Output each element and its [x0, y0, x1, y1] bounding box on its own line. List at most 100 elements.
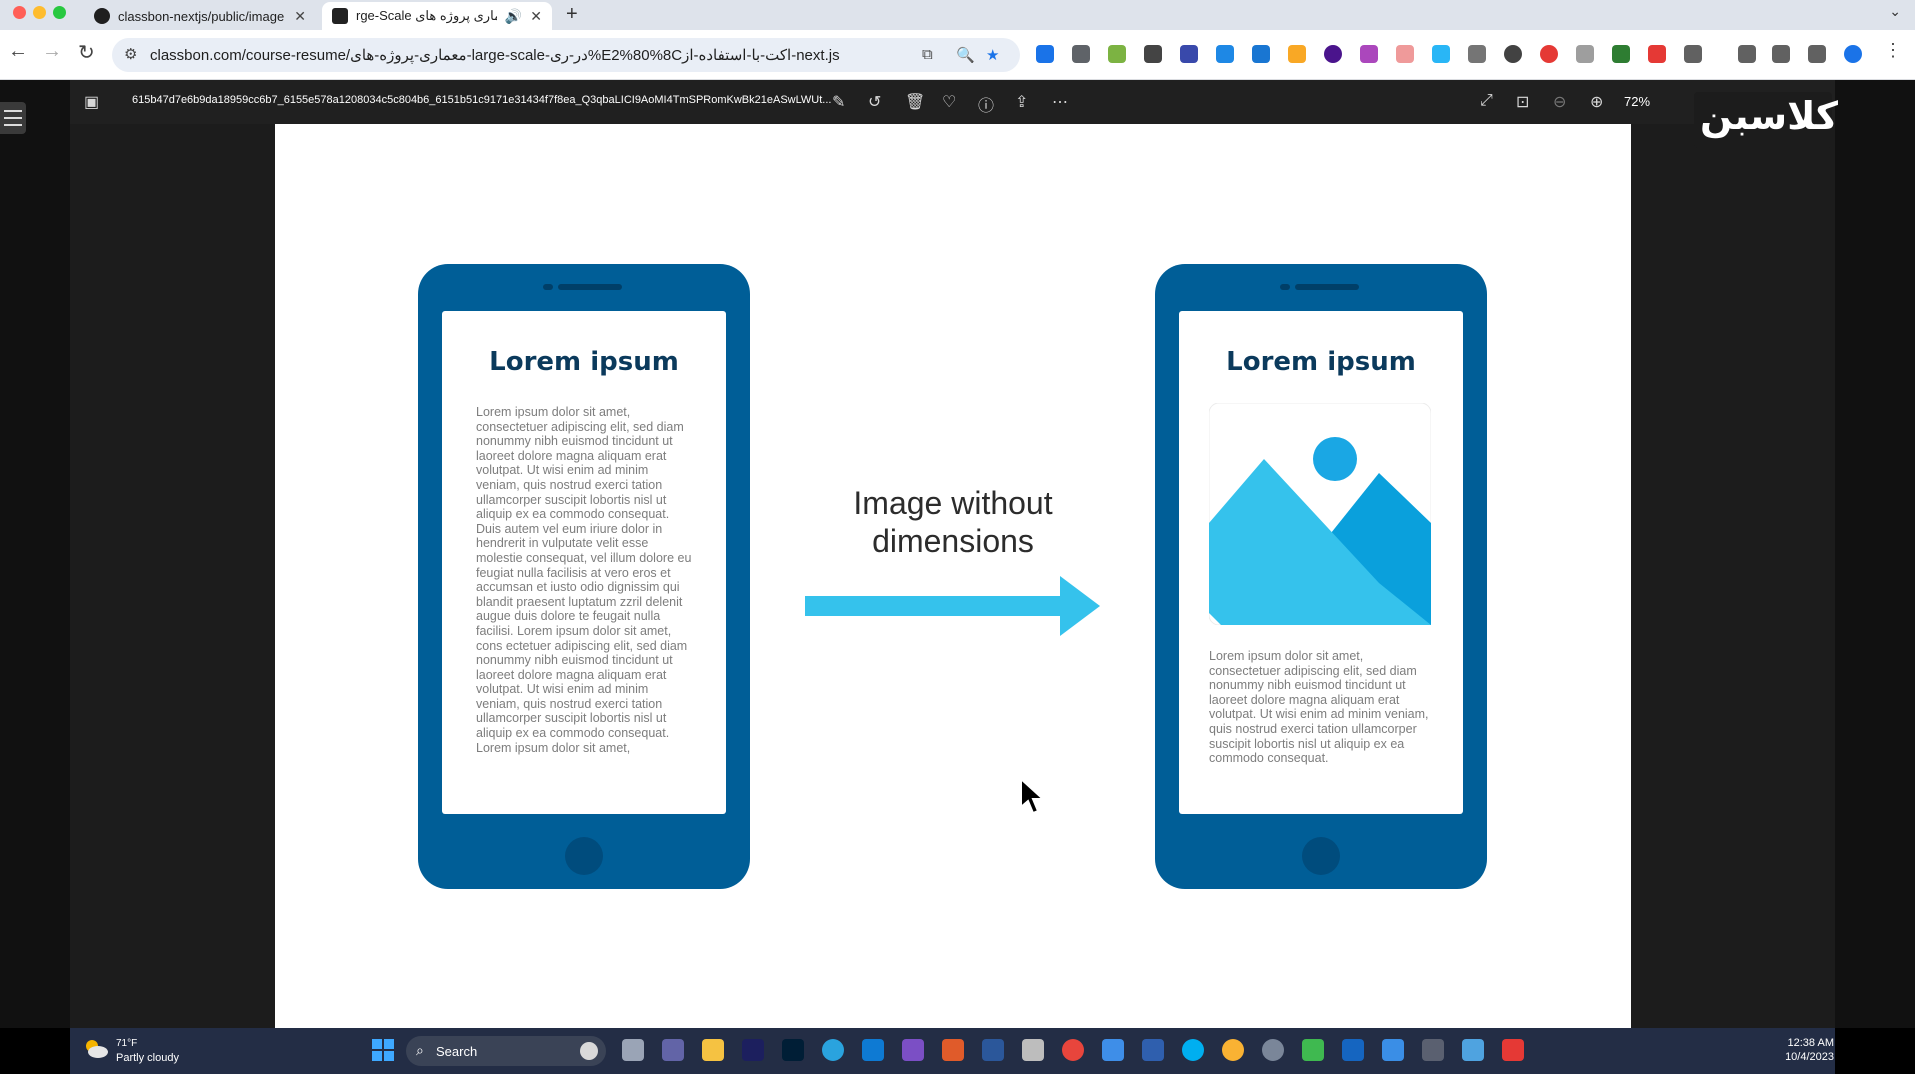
- file-explorer-icon[interactable]: [622, 1039, 644, 1061]
- github-icon: [94, 8, 110, 24]
- forward-button[interactable]: →: [42, 40, 62, 63]
- onenote-icon[interactable]: [942, 1039, 964, 1061]
- new-tab-button[interactable]: +: [566, 3, 578, 26]
- address-text[interactable]: classbon.com/course-resume/معماری-پروژه-…: [150, 46, 840, 64]
- clock-date[interactable]: 10/4/2023: [1764, 1051, 1834, 1063]
- phone-title: Lorem ipsum: [489, 347, 679, 377]
- zoom-icon[interactable]: 🔍: [956, 46, 975, 64]
- adblock-icon[interactable]: [1540, 45, 1558, 63]
- extension-icon[interactable]: [1180, 45, 1198, 63]
- chrome-canary-icon[interactable]: [1222, 1039, 1244, 1061]
- taskbar-search[interactable]: ⌕ Search: [406, 1036, 606, 1066]
- tab-search-chevron-icon[interactable]: ⌄: [1889, 3, 1901, 20]
- shield-icon[interactable]: [1612, 45, 1630, 63]
- extension-icon[interactable]: [1468, 45, 1486, 63]
- clock-time[interactable]: 12:38 AM: [1764, 1037, 1834, 1049]
- reload-button[interactable]: ↻: [78, 40, 95, 65]
- extension-icon[interactable]: [1576, 45, 1594, 63]
- minimize-window-button[interactable]: [33, 6, 46, 19]
- close-icon[interactable]: ✕: [294, 8, 306, 25]
- teams-icon[interactable]: [662, 1039, 684, 1061]
- extension-icon[interactable]: [1432, 45, 1450, 63]
- tab-github[interactable]: classbon-nextjs/public/image ✕: [84, 2, 316, 30]
- photos-icon[interactable]: [1382, 1039, 1404, 1061]
- close-window-button[interactable]: [13, 6, 26, 19]
- camtasia-recorder-icon[interactable]: [1502, 1039, 1524, 1061]
- profile-avatar-icon[interactable]: [1844, 45, 1862, 63]
- chrome-icon[interactable]: [1062, 1039, 1084, 1061]
- word-icon[interactable]: [982, 1039, 1004, 1061]
- extension-icon[interactable]: [1144, 45, 1162, 63]
- extension-icon[interactable]: [1396, 45, 1414, 63]
- mouse-cursor-icon: [1020, 777, 1045, 815]
- media-control-icon[interactable]: [1738, 45, 1756, 63]
- extension-icon[interactable]: [1108, 45, 1126, 63]
- side-panel-icon[interactable]: [1808, 45, 1826, 63]
- rotate-icon[interactable]: ↺: [868, 92, 881, 112]
- phone-left: Lorem ipsum Lorem ipsum dolor sit amet, …: [418, 264, 750, 889]
- skype-icon[interactable]: [1182, 1039, 1204, 1061]
- favorite-icon[interactable]: ♡: [942, 92, 956, 112]
- photoshop-icon[interactable]: [782, 1039, 804, 1061]
- translate-icon[interactable]: ⧉: [922, 46, 933, 63]
- notepad-icon[interactable]: [1462, 1039, 1484, 1061]
- hamburger-menu-button[interactable]: [0, 102, 26, 134]
- viewer-toolbar: ▣ 615b47d7e6b9da18959cc6b7_6155e578a1208…: [70, 80, 1835, 124]
- tab-classbon[interactable]: rge-Scale معماری پروژه های 🔊 ✕: [322, 2, 552, 30]
- extension-icon[interactable]: [1072, 45, 1090, 63]
- fit-to-window-icon[interactable]: ⊡: [1516, 92, 1529, 112]
- close-icon[interactable]: ✕: [530, 8, 542, 25]
- delete-icon[interactable]: 🗑: [905, 92, 925, 112]
- classbon-logo: کلاسبن: [1694, 92, 1838, 148]
- speaker-icon[interactable]: 🔊: [505, 8, 522, 25]
- slide-image: Lorem ipsum Lorem ipsum dolor sit amet, …: [275, 124, 1631, 1028]
- remote-desktop-icon[interactable]: [1342, 1039, 1364, 1061]
- database-icon[interactable]: [1022, 1039, 1044, 1061]
- image-sun: [1313, 437, 1357, 481]
- start-button[interactable]: [372, 1039, 394, 1061]
- zoom-in-icon[interactable]: ⊕: [1590, 92, 1603, 112]
- more-options-icon[interactable]: ⋯: [1052, 92, 1068, 112]
- edit-icon[interactable]: ✎: [832, 92, 845, 112]
- folder-icon[interactable]: [702, 1039, 724, 1061]
- share-icon[interactable]: ⇪: [1015, 92, 1028, 112]
- weather-temperature[interactable]: 71°F: [116, 1038, 137, 1049]
- settings-icon[interactable]: [1262, 1039, 1284, 1061]
- start-tile: [372, 1051, 382, 1061]
- maximize-window-button[interactable]: [53, 6, 66, 19]
- extension-icon[interactable]: [1324, 45, 1342, 63]
- audition-icon[interactable]: [742, 1039, 764, 1061]
- kebab-menu-icon[interactable]: ⋮: [1884, 40, 1902, 61]
- gallery-icon[interactable]: ▣: [84, 92, 99, 112]
- tab-title: rge-Scale معماری پروژه های: [356, 8, 497, 23]
- bookmark-star-icon[interactable]: ★: [986, 46, 999, 64]
- partly-cloudy-icon[interactable]: [84, 1038, 108, 1058]
- extension-icon[interactable]: [1216, 45, 1234, 63]
- fullscreen-icon[interactable]: ⤢: [1480, 92, 1493, 110]
- extension-icon[interactable]: [1288, 45, 1306, 63]
- info-icon[interactable]: ⓘ: [978, 92, 994, 116]
- camtasia-icon[interactable]: [1302, 1039, 1324, 1061]
- terminal-icon[interactable]: [1422, 1039, 1444, 1061]
- tool-icon[interactable]: [1102, 1039, 1124, 1061]
- download-icon[interactable]: [1772, 45, 1790, 63]
- telegram-icon[interactable]: [822, 1039, 844, 1061]
- site-info-icon[interactable]: ⚙: [124, 45, 137, 63]
- extension-icon[interactable]: [1252, 45, 1270, 63]
- phone-camera: [1280, 284, 1290, 290]
- extension-icon[interactable]: [1360, 45, 1378, 63]
- bing-icon: [580, 1042, 598, 1060]
- back-button[interactable]: ←: [8, 40, 28, 63]
- extension-icon[interactable]: [1648, 45, 1666, 63]
- address-bar[interactable]: ⚙ classbon.com/course-resume/معماری-پروژ…: [112, 38, 1020, 72]
- zoom-out-icon[interactable]: ⊖: [1553, 92, 1566, 112]
- onenote-badge-icon[interactable]: [1142, 1039, 1164, 1061]
- extension-icon[interactable]: [1504, 45, 1522, 63]
- vscode-icon[interactable]: [862, 1039, 884, 1061]
- visual-studio-icon[interactable]: [902, 1039, 924, 1061]
- arrow-head: [1060, 576, 1100, 636]
- extension-icon[interactable]: [1036, 45, 1054, 63]
- phone-right: Lorem ipsum Lorem ipsum dolor sit amet, …: [1155, 264, 1487, 889]
- weather-description[interactable]: Partly cloudy: [116, 1052, 179, 1064]
- puzzle-icon[interactable]: [1684, 45, 1702, 63]
